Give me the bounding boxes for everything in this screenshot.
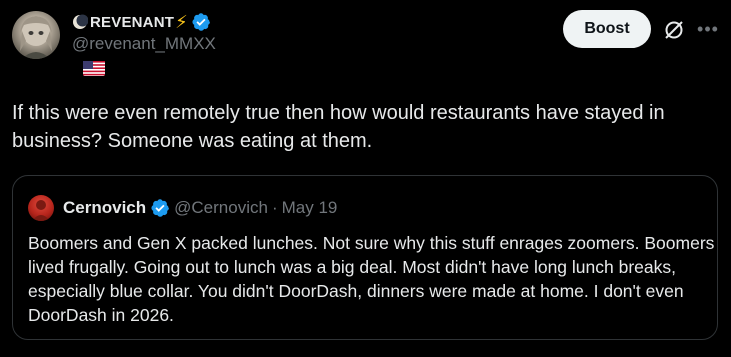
crescent-moon-icon <box>73 14 88 29</box>
quoted-date[interactable]: May 19 <box>282 198 338 218</box>
verified-badge-icon[interactable] <box>191 12 211 32</box>
quoted-text: Boomers and Gen X packed lunches. Not su… <box>28 233 715 325</box>
quoted-post[interactable]: Cernovich @Cernovich · May 19 Boomers an… <box>12 175 718 340</box>
more-options-icon[interactable]: ••• <box>697 19 719 41</box>
author-display-name[interactable]: REVENANT <box>90 14 174 31</box>
separator-dot: · <box>271 198 278 217</box>
author-handle[interactable]: @revenant_MMXX <box>72 34 216 54</box>
verified-badge-icon[interactable] <box>150 198 170 218</box>
quoted-header: Cernovich @Cernovich · May 19 <box>63 196 337 220</box>
quoted-display-name[interactable]: Cernovich <box>63 198 146 218</box>
boost-button[interactable]: Boost <box>563 10 651 48</box>
post-text: If this were even remotely true then how… <box>12 102 665 152</box>
us-flag-icon <box>83 61 105 76</box>
lightning-bolt-icon: ⚡ <box>175 12 188 32</box>
author-avatar[interactable] <box>12 11 60 59</box>
quoted-author-avatar[interactable] <box>28 195 54 221</box>
grok-icon[interactable] <box>663 19 685 41</box>
author-name-row[interactable]: REVENANT ⚡ <box>72 11 211 33</box>
quoted-handle[interactable]: @Cernovich <box>174 198 268 218</box>
